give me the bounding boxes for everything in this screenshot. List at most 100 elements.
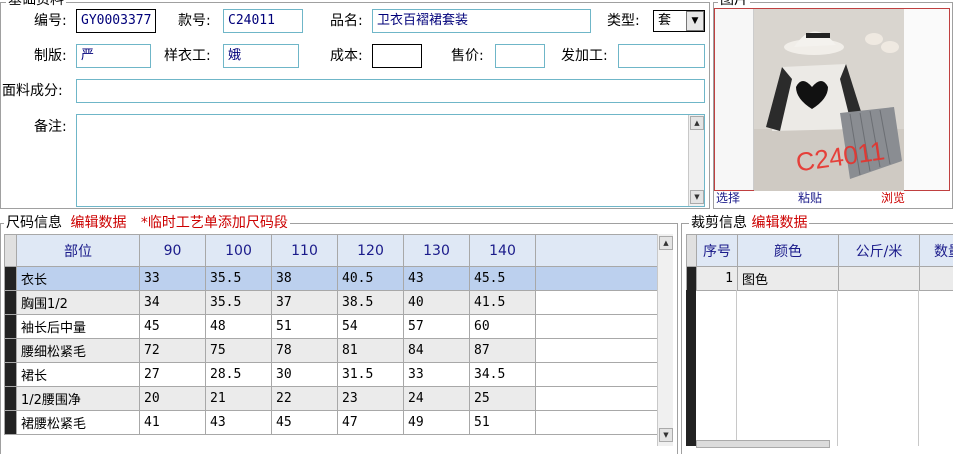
scroll-up-icon[interactable]: ▲ bbox=[659, 236, 673, 250]
table-cell[interactable]: 57 bbox=[404, 315, 470, 339]
table-row[interactable]: 胸围1/2 34 35.5 37 38.5 40 41.5 bbox=[5, 291, 658, 315]
table-cell[interactable]: 袖长后中量 bbox=[17, 315, 140, 339]
col-header[interactable]: 130 bbox=[404, 235, 470, 267]
row-indicator[interactable] bbox=[5, 291, 17, 315]
table-cell[interactable]: 47 bbox=[338, 411, 404, 435]
scroll-up-icon[interactable]: ▲ bbox=[690, 116, 704, 130]
table-cell[interactable]: 30 bbox=[272, 363, 338, 387]
table-cell[interactable]: 75 bbox=[206, 339, 272, 363]
sample-worker-field[interactable]: 娥 bbox=[223, 44, 299, 68]
photo-browse-button[interactable]: 浏览 bbox=[881, 190, 905, 206]
row-indicator[interactable] bbox=[5, 363, 17, 387]
table-cell[interactable]: 48 bbox=[206, 315, 272, 339]
table-cell[interactable]: 81 bbox=[338, 339, 404, 363]
table-cell[interactable]: 54 bbox=[338, 315, 404, 339]
table-cell[interactable]: 35.5 bbox=[206, 291, 272, 315]
price-field[interactable] bbox=[495, 44, 545, 68]
col-header[interactable]: 数量 bbox=[920, 235, 953, 267]
table-cell[interactable]: 27 bbox=[140, 363, 206, 387]
style-no-field[interactable]: C24011 bbox=[223, 9, 303, 33]
table-cell[interactable]: 33 bbox=[404, 363, 470, 387]
table-cell[interactable]: 裙腰松紧毛 bbox=[17, 411, 140, 435]
table-cell[interactable]: 43 bbox=[404, 267, 470, 291]
cut-edit-button[interactable]: 编辑数据 bbox=[751, 215, 807, 231]
cost-field[interactable] bbox=[372, 44, 422, 68]
table-cell[interactable]: 40.5 bbox=[338, 267, 404, 291]
table-cell[interactable]: 51 bbox=[272, 315, 338, 339]
scroll-down-icon[interactable]: ▼ bbox=[690, 190, 704, 204]
table-cell[interactable]: 34.5 bbox=[470, 363, 536, 387]
table-cell[interactable]: 38.5 bbox=[338, 291, 404, 315]
col-header[interactable]: 110 bbox=[272, 235, 338, 267]
table-cell[interactable] bbox=[839, 267, 920, 291]
table-cell[interactable]: 裙长 bbox=[17, 363, 140, 387]
cut-hscrollbar[interactable] bbox=[696, 440, 830, 448]
table-cell[interactable]: 41 bbox=[140, 411, 206, 435]
table-cell[interactable]: 33 bbox=[140, 267, 206, 291]
row-indicator[interactable] bbox=[687, 267, 697, 291]
table-cell[interactable]: 28.5 bbox=[206, 363, 272, 387]
col-header[interactable]: 公斤/米 bbox=[839, 235, 920, 267]
table-cell[interactable]: 72 bbox=[140, 339, 206, 363]
table-cell[interactable]: 胸围1/2 bbox=[17, 291, 140, 315]
table-cell[interactable]: 腰细松紧毛 bbox=[17, 339, 140, 363]
row-indicator[interactable] bbox=[5, 315, 17, 339]
table-row[interactable]: 裙腰松紧毛 41 43 45 47 49 51 bbox=[5, 411, 658, 435]
table-cell[interactable]: 23 bbox=[338, 387, 404, 411]
photo-select-button[interactable]: 选择 bbox=[716, 190, 740, 206]
row-indicator[interactable] bbox=[5, 339, 17, 363]
row-indicator[interactable] bbox=[5, 387, 17, 411]
table-cell[interactable]: 35.5 bbox=[206, 267, 272, 291]
table-cell[interactable]: 40 bbox=[404, 291, 470, 315]
col-header[interactable]: 90 bbox=[140, 235, 206, 267]
table-cell[interactable]: 45 bbox=[140, 315, 206, 339]
table-row[interactable]: 衣长 33 35.5 38 40.5 43 45.5 bbox=[5, 267, 658, 291]
col-header[interactable]: 100 bbox=[206, 235, 272, 267]
table-row[interactable]: 袖长后中量 45 48 51 54 57 60 bbox=[5, 315, 658, 339]
table-cell[interactable]: 78 bbox=[272, 339, 338, 363]
table-row[interactable]: 裙长 27 28.5 30 31.5 33 34.5 bbox=[5, 363, 658, 387]
table-cell[interactable]: 45.5 bbox=[470, 267, 536, 291]
col-header[interactable]: 120 bbox=[338, 235, 404, 267]
remark-field[interactable] bbox=[76, 114, 705, 207]
col-header[interactable]: 颜色 bbox=[738, 235, 839, 267]
code-field[interactable]: GY0003377 bbox=[76, 9, 156, 33]
maker-field[interactable]: 严 bbox=[76, 44, 151, 68]
table-cell[interactable]: 38 bbox=[272, 267, 338, 291]
table-cell[interactable]: 1 bbox=[697, 267, 738, 291]
table-cell[interactable]: 21 bbox=[206, 387, 272, 411]
col-header[interactable]: 部位 bbox=[17, 235, 140, 267]
col-header[interactable]: 序号 bbox=[697, 235, 738, 267]
table-cell[interactable]: 24 bbox=[404, 387, 470, 411]
row-indicator[interactable] bbox=[5, 411, 17, 435]
table-row[interactable]: 腰细松紧毛 72 75 78 81 84 87 bbox=[5, 339, 658, 363]
table-cell[interactable]: 22 bbox=[272, 387, 338, 411]
table-row[interactable]: 1/2腰围净 20 21 22 23 24 25 bbox=[5, 387, 658, 411]
table-cell[interactable]: 1/2腰围净 bbox=[17, 387, 140, 411]
processor-field[interactable] bbox=[618, 44, 705, 68]
table-cell[interactable]: 37 bbox=[272, 291, 338, 315]
table-cell[interactable]: 34 bbox=[140, 291, 206, 315]
size-temp-note[interactable]: *临时工艺单添加尺码段 bbox=[141, 215, 288, 231]
table-cell[interactable]: 41.5 bbox=[470, 291, 536, 315]
table-cell[interactable]: 25 bbox=[470, 387, 536, 411]
size-table-scrollbar[interactable]: ▲ ▼ bbox=[657, 234, 673, 446]
name-field[interactable]: 卫衣百褶裙套装 bbox=[372, 9, 591, 33]
table-cell[interactable]: 87 bbox=[470, 339, 536, 363]
table-cell[interactable] bbox=[920, 267, 953, 291]
table-cell[interactable]: 84 bbox=[404, 339, 470, 363]
table-cell[interactable]: 60 bbox=[470, 315, 536, 339]
photo-paste-button[interactable]: 粘贴 bbox=[798, 190, 822, 206]
table-cell[interactable]: 45 bbox=[272, 411, 338, 435]
scroll-down-icon[interactable]: ▼ bbox=[659, 428, 673, 442]
remark-scrollbar[interactable]: ▲ ▼ bbox=[688, 115, 704, 206]
table-cell[interactable]: 49 bbox=[404, 411, 470, 435]
row-indicator[interactable] bbox=[5, 267, 17, 291]
table-cell[interactable]: 图色 bbox=[738, 267, 839, 291]
table-cell[interactable]: 衣长 bbox=[17, 267, 140, 291]
chevron-down-icon[interactable]: ▼ bbox=[686, 11, 704, 31]
table-row[interactable]: 1 图色 bbox=[687, 267, 953, 291]
table-cell[interactable]: 51 bbox=[470, 411, 536, 435]
table-cell[interactable]: 43 bbox=[206, 411, 272, 435]
col-header[interactable]: 140 bbox=[470, 235, 536, 267]
